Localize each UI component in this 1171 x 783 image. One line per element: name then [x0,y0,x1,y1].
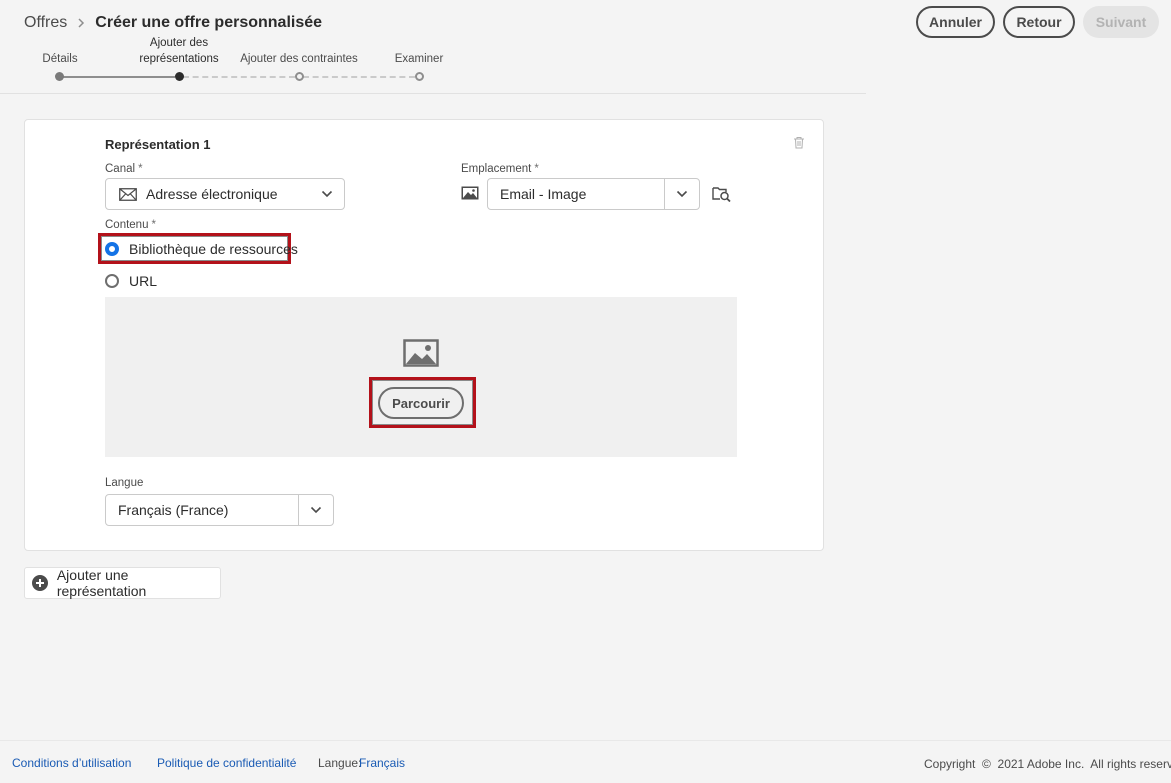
content-label: Contenu * [105,219,156,231]
radio-asset-library[interactable]: Bibliothèque de ressources [105,241,298,257]
representation-title: Représentation 1 [105,137,211,152]
placement-select[interactable]: Email - Image [487,178,700,210]
radio-label: Bibliothèque de ressources [129,241,298,257]
channel-value: Adresse électronique [146,186,278,202]
step-label-review: Examiner [394,53,444,65]
step-label-details: Détails [42,53,78,65]
radio-button[interactable] [105,274,119,288]
step-dot-todo [415,72,424,81]
language-label: Langue [105,477,144,489]
radio-button-selected[interactable] [105,242,119,256]
folder-search-icon[interactable] [712,186,731,207]
privacy-link[interactable]: Politique de confidentialité [157,756,296,770]
channel-label: Canal * [105,163,143,175]
step-connector [183,76,295,78]
image-placeholder-icon [403,339,439,372]
terms-link[interactable]: Conditions d’utilisation [12,756,131,770]
language-prefix: Langue: [318,756,362,770]
chevron-down-icon [298,495,333,525]
placement-value: Email - Image [500,186,587,202]
step-dot-current [175,72,184,81]
representation-card: Représentation 1 Canal * Adresse électron… [24,119,824,551]
asset-drop-zone: Parcourir [105,297,737,457]
language-link[interactable]: Français [359,756,405,770]
add-representation-label: Ajouter une représentation [56,567,147,599]
placement-label: Emplacement * [461,163,539,175]
step-label-representations: Ajouter des représentations [139,37,219,65]
copyright-text: Copyright © 2021 Adobe Inc. All rights r… [924,757,1171,771]
cancel-button[interactable]: Annuler [916,6,995,38]
step-dot-todo [295,72,304,81]
browse-button[interactable]: Parcourir [378,387,464,419]
image-icon [461,186,479,205]
chevron-down-icon [664,179,699,209]
radio-label: URL [129,273,158,289]
header-divider [0,93,866,94]
trash-icon[interactable] [793,136,807,150]
page-footer: Conditions d’utilisation Politique de co… [0,740,1171,783]
step-label-constraints: Ajouter des contraintes [240,53,358,65]
language-value: Français (France) [118,502,229,518]
envelope-icon [119,187,137,201]
language-select[interactable]: Français (France) [105,494,334,526]
step-connector [303,76,415,78]
step-dot-done [55,72,64,81]
chevron-right-icon [77,15,85,31]
channel-select[interactable]: Adresse électronique [105,178,345,210]
breadcrumb: Offres Créer une offre personnalisée [24,14,322,32]
next-button[interactable]: Suivant [1083,6,1159,38]
add-representation-button[interactable]: Ajouter une représentation [24,567,221,599]
page-header: Offres Créer une offre personnalisée Ann… [0,0,1171,94]
plus-circle-icon [32,575,48,591]
radio-url[interactable]: URL [105,273,157,289]
back-button[interactable]: Retour [1003,6,1075,38]
page-title: Créer une offre personnalisée [95,14,323,31]
breadcrumb-offres-link[interactable]: Offres [24,14,67,32]
step-connector [63,76,175,78]
chevron-down-icon [309,179,344,209]
